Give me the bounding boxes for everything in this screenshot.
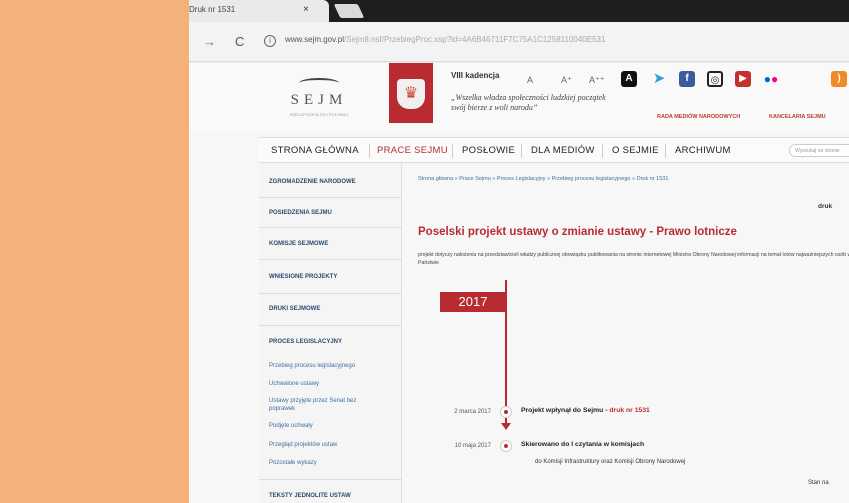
event-date: 2 marca 2017 [454, 409, 491, 415]
youtube-icon[interactable]: ▶ [735, 71, 751, 87]
close-tab-icon[interactable]: × [303, 4, 309, 15]
nav-divider [665, 144, 666, 158]
info-icon[interactable]: i [264, 35, 276, 47]
site-header: SEJM RZECZPOSPOLITEJ POLSKIEJ ♛ VIII kad… [189, 63, 849, 131]
sidebar-item-komisje[interactable]: KOMISJE SEJMOWE [269, 241, 328, 247]
web-page: SEJM RZECZPOSPOLITEJ POLSKIEJ ♛ VIII kad… [189, 63, 849, 503]
search-input[interactable]: Wyszukaj na stronie [789, 144, 849, 157]
sidebar: ZGROMADZENIE NARODOWE POSIEDZENIA SEJMU … [259, 163, 402, 503]
sidebar-subitem[interactable]: Pozostałe wykazy [269, 459, 389, 467]
breadcrumb[interactable]: Strona główna » Prace Sejmu » Proces Leg… [418, 176, 668, 182]
nav-divider [521, 144, 522, 158]
sidebar-item-teksty[interactable]: TEKSTY JEDNOLITE USTAW [269, 493, 351, 499]
font-size-small-button[interactable]: A [527, 75, 533, 85]
sidebar-subitem[interactable]: Przebieg procesu legislacyjnego [269, 362, 389, 370]
sidebar-item-wniesione[interactable]: WNIESIONE PROJEKTY [269, 274, 337, 280]
nav-divider [602, 144, 603, 158]
event-title-text: Projekt wpłynął do Sejmu - [521, 407, 610, 414]
tab-strip: Druk nr 1531 × [189, 0, 849, 22]
kancelaria-sejmu-link[interactable]: KANCELARIA SEJMU [769, 114, 826, 120]
nav-divider [452, 144, 453, 158]
rada-mediow-link[interactable]: RADA MEDIÓW NARODOWYCH [657, 114, 740, 120]
nav-archiwum[interactable]: ARCHIWUM [675, 145, 731, 156]
sidebar-item-proces[interactable]: PROCES LEGISLACYJNY [269, 339, 342, 345]
sidebar-subitem[interactable]: Podjęte uchwały [269, 422, 389, 430]
flickr-icon[interactable]: ●● [763, 71, 779, 87]
instagram-icon[interactable]: ◎ [707, 71, 723, 87]
sidebar-subitem[interactable]: Przegląd projektów ustaw [269, 441, 389, 449]
sidebar-divider [259, 227, 402, 228]
timeline-dot-icon [500, 440, 512, 452]
url-domain: www.sejm.gov.pl [285, 35, 344, 44]
event-title: Projekt wpłynął do Sejmu - druk nr 1531 [521, 407, 650, 414]
nav-prace-sejmu[interactable]: PRACE SEJMU [377, 145, 448, 156]
facebook-icon[interactable]: f [679, 71, 695, 87]
rss-icon[interactable]: ) [831, 71, 847, 87]
logo-arch-icon [299, 78, 339, 88]
font-size-medium-button[interactable]: A⁺ [561, 75, 572, 86]
address-bar: → C i www.sejm.gov.pl/Sejm8.nsf/Przebieg… [189, 22, 849, 62]
nav-o-sejmie[interactable]: O SEJMIE [612, 145, 659, 156]
twitter-icon[interactable]: ➤ [651, 71, 667, 87]
timeline-arrow-icon [501, 423, 511, 430]
sidebar-subitem[interactable]: Uchwalone ustawy [269, 380, 389, 388]
event-date: 10 maja 2017 [454, 443, 491, 449]
sidebar-divider [259, 325, 402, 326]
new-tab-button[interactable] [333, 4, 365, 18]
tab-title: Druk nr 1531 [189, 5, 236, 14]
logo-subtitle: RZECZPOSPOLITEJ POLSKIEJ [289, 112, 349, 117]
event-detail: do Komisji Infrastruktury oraz Komisji O… [535, 459, 686, 465]
contrast-icon[interactable]: A [621, 71, 637, 87]
term-label: VIII kadencja [451, 71, 500, 80]
sejm-logo[interactable]: SEJM RZECZPOSPOLITEJ POLSKIEJ [274, 78, 364, 128]
project-description: projekt dotyczy nałożenia na przedstawic… [418, 252, 849, 266]
nav-divider [369, 144, 370, 158]
nav-dla-mediow[interactable]: DLA MEDIÓW [531, 145, 595, 156]
druk-link[interactable]: druk nr 1531 [609, 407, 649, 414]
browser-window: Druk nr 1531 × → C i www.sejm.gov.pl/Sej… [189, 0, 849, 503]
font-size-large-button[interactable]: A⁺⁺ [589, 75, 605, 86]
nav-poslowie[interactable]: POSŁOWIE [462, 145, 515, 156]
event-title: Skierowano do I czytania w komisjach [521, 441, 645, 448]
reload-icon[interactable]: C [235, 34, 244, 49]
timeline-dot-icon [500, 406, 512, 418]
sidebar-divider [259, 479, 402, 480]
sidebar-item-posiedzenia[interactable]: POSIEDZENIA SEJMU [269, 210, 332, 216]
sidebar-divider [259, 197, 402, 198]
eagle-emblem-icon: ♛ [397, 79, 425, 109]
druk-label: druk [818, 203, 833, 210]
url-field[interactable]: www.sejm.gov.pl/Sejm8.nsf/PrzebiegProc.x… [285, 35, 605, 44]
sidebar-item-zgromadzenie[interactable]: ZGROMADZENIE NARODOWE [269, 179, 356, 185]
forward-arrow-icon[interactable]: → [203, 34, 216, 49]
browser-tab[interactable]: Druk nr 1531 × [189, 0, 329, 22]
sidebar-divider [259, 293, 402, 294]
year-badge: 2017 [440, 292, 506, 312]
emblem-box: ♛ [389, 63, 433, 123]
main-navigation: STRONA GŁÓWNA PRACE SEJMU POSŁOWIE DLA M… [259, 137, 849, 163]
desk-background [0, 0, 189, 503]
page-title: Poselski projekt ustawy o zmianie ustawy… [418, 226, 737, 238]
sidebar-subitem[interactable]: Ustawy przyjęte przez Senat bez poprawek [269, 397, 379, 413]
logo-word: SEJM [290, 92, 348, 108]
url-path: /Sejm8.nsf/PrzebiegProc.xsp?id=4A6B46711… [343, 35, 606, 44]
sidebar-item-druki[interactable]: DRUKI SEJMOWE [269, 306, 320, 312]
status-date-label: Stan na [808, 480, 829, 486]
main-content: Strona główna » Prace Sejmu » Proces Leg… [403, 163, 849, 503]
sidebar-divider [259, 259, 402, 260]
nav-strona-glowna[interactable]: STRONA GŁÓWNA [271, 145, 359, 156]
motto: „Wszelka władza społeczności ludzkiej po… [451, 93, 606, 112]
